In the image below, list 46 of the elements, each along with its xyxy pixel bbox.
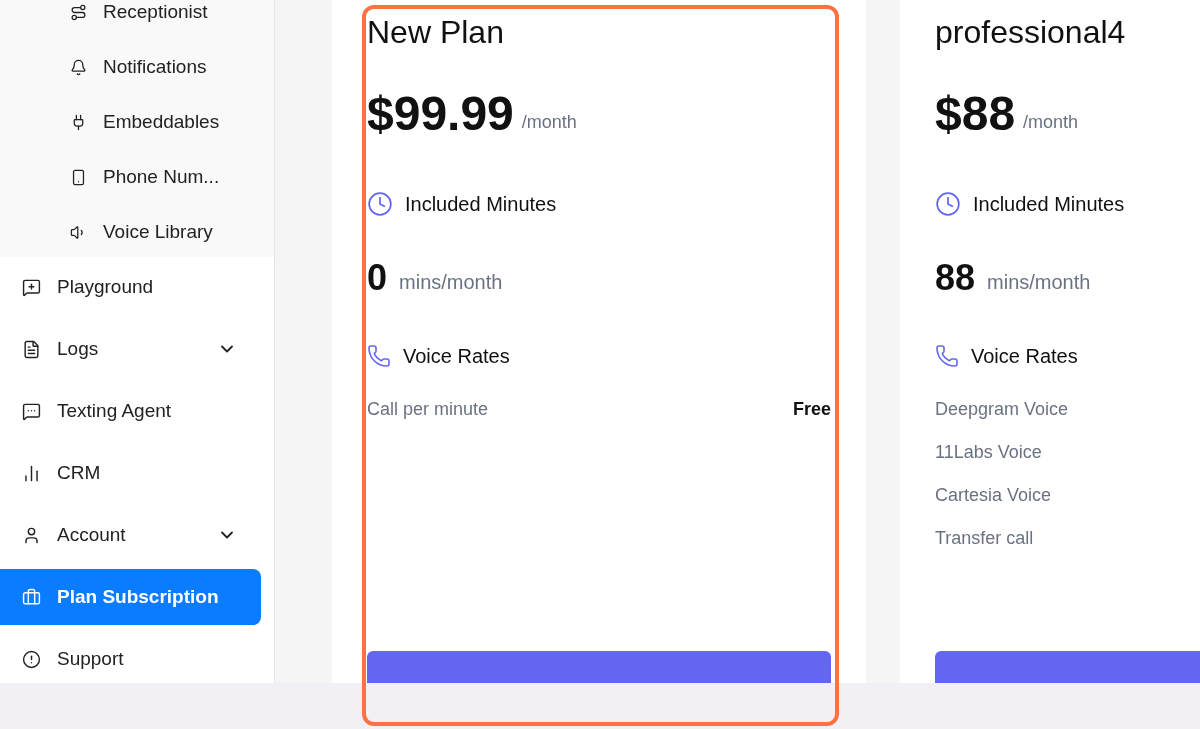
plan-price: $88 <box>935 90 1016 138</box>
minutes-unit: mins/month <box>987 270 1091 295</box>
sidebar-item[interactable]: Plan Subscription <box>0 569 261 625</box>
phone-icon <box>367 344 391 368</box>
minutes-value: 88 <box>935 260 976 296</box>
submenu-item[interactable]: Notifications <box>0 55 274 79</box>
rate-label: Cartesia Voice <box>935 484 1052 507</box>
message-plus-icon <box>22 277 41 297</box>
alert-icon <box>22 649 41 669</box>
plan-name: professional4 <box>935 16 1127 48</box>
rate-label: Deepgram Voice <box>935 398 1069 421</box>
phone-icon <box>70 168 87 186</box>
rate-label: 11Labs Voice <box>935 441 1042 464</box>
section-title: Voice Rates <box>971 344 1078 369</box>
sidebar-item[interactable]: Texting Agent <box>0 383 261 439</box>
rate-label: Transfer call <box>935 527 1034 550</box>
route-icon <box>70 3 87 21</box>
bar-chart-icon <box>22 463 41 483</box>
rate-value: Free <box>792 398 831 421</box>
sidebar-item[interactable]: CRM <box>0 445 261 501</box>
submenu-item[interactable]: Phone Num... <box>0 165 274 189</box>
briefcase-icon <box>22 587 41 607</box>
bell-icon <box>70 58 87 76</box>
submenu-item[interactable]: Embeddables <box>0 110 274 134</box>
sidebar-item[interactable]: Logs <box>0 321 261 377</box>
phone-icon <box>935 344 959 368</box>
sidebar-item[interactable]: Support <box>0 631 261 683</box>
document-icon <box>22 339 41 359</box>
submenu-item[interactable]: Voice Library <box>0 220 274 244</box>
section-title: Included Minutes <box>405 192 557 217</box>
minutes-unit: mins/month <box>399 270 503 295</box>
plan-name: New Plan <box>367 16 505 48</box>
price-period: /month <box>1023 111 1079 134</box>
rate-label: Call per minute <box>367 398 489 421</box>
sidebar-item[interactable]: Account <box>0 507 261 563</box>
chat-icon <box>22 401 41 421</box>
clock-icon <box>935 191 961 217</box>
minutes-value: 0 <box>367 260 388 296</box>
user-icon <box>22 525 41 545</box>
plan-price: $99.99 <box>367 90 514 138</box>
section-title: Voice Rates <box>403 344 510 369</box>
sidebar-item[interactable]: Playground <box>0 259 261 315</box>
section-title: Included Minutes <box>973 192 1125 217</box>
clock-icon <box>367 191 393 217</box>
price-period: /month <box>521 111 577 134</box>
submenu-item[interactable]: Receptionist <box>0 0 274 24</box>
